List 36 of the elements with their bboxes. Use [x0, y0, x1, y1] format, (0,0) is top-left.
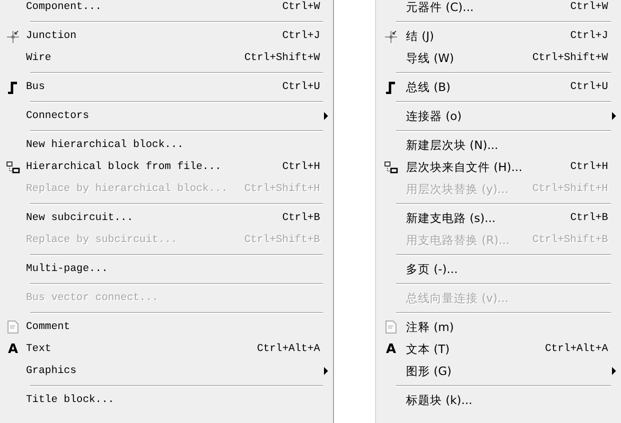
- text-icon: A: [8, 342, 18, 356]
- junction-icon: [6, 29, 20, 43]
- menu-item[interactable]: 层次块来自文件 (H)... Ctrl+H: [376, 156, 621, 178]
- bus-icon: [384, 80, 398, 94]
- bus-icon: [6, 80, 20, 94]
- menu-item[interactable]: Hierarchical block from file... Ctrl+H: [0, 156, 333, 178]
- menu-item[interactable]: New subcircuit... Ctrl+B: [0, 207, 333, 229]
- menu-item[interactable]: Graphics: [0, 360, 333, 382]
- menu-item[interactable]: 元器件 (C)... Ctrl+W: [376, 0, 621, 18]
- menu-item[interactable]: New hierarchical block...: [0, 134, 333, 156]
- menu-item[interactable]: 新建层次块 (N)...: [376, 134, 621, 156]
- note-icon: [384, 320, 398, 334]
- menu-item[interactable]: 结 (J) Ctrl+J: [376, 25, 621, 47]
- menu-item[interactable]: 标题块 (k)...: [376, 389, 621, 411]
- menu-item[interactable]: 图形 (G): [376, 360, 621, 382]
- menu-item[interactable]: Connectors: [0, 105, 333, 127]
- menu-item[interactable]: 新建支电路 (s)... Ctrl+B: [376, 207, 621, 229]
- menu-item[interactable]: 连接器 (o): [376, 105, 621, 127]
- hierarchy-icon: [6, 160, 20, 174]
- menu-item[interactable]: Wire Ctrl+Shift+W: [0, 47, 333, 69]
- menu-item[interactable]: Title block...: [0, 389, 333, 411]
- junction-icon: [384, 29, 398, 43]
- menu-item[interactable]: 注释 (m): [376, 316, 621, 338]
- menu-item[interactable]: 导线 (W) Ctrl+Shift+W: [376, 47, 621, 69]
- menu-item[interactable]: A Text Ctrl+Alt+A: [0, 338, 333, 360]
- menu-item[interactable]: A 文本 (T) Ctrl+Alt+A: [376, 338, 621, 360]
- menu-item[interactable]: Bus Ctrl+U: [0, 76, 333, 98]
- hierarchy-icon: [384, 160, 398, 174]
- menu-item[interactable]: 多页 (-)...: [376, 258, 621, 280]
- menu-item[interactable]: Comment: [0, 316, 333, 338]
- menu-item[interactable]: 总线 (B) Ctrl+U: [376, 76, 621, 98]
- note-icon: [6, 320, 20, 334]
- text-icon: A: [386, 342, 396, 356]
- menu-item[interactable]: Multi-page...: [0, 258, 333, 280]
- menu-item[interactable]: Component... Ctrl+W: [0, 0, 333, 18]
- menu-item[interactable]: Junction Ctrl+J: [0, 25, 333, 47]
